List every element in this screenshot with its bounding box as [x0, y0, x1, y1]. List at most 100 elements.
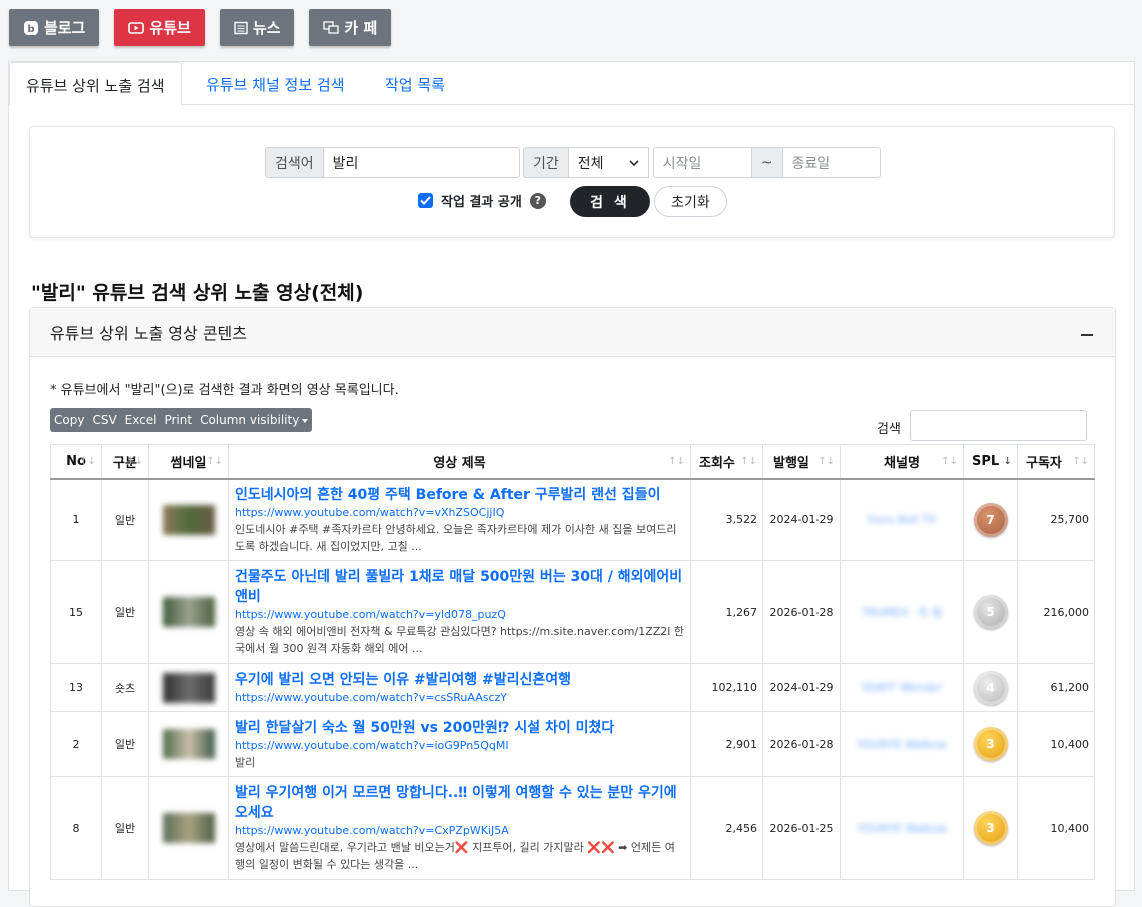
sort-icon: ↑↓ — [740, 456, 757, 467]
nav-news-label: 뉴스 — [252, 19, 281, 37]
cell-no: 8 — [50, 776, 102, 880]
col-views[interactable]: 조회수 ↑↓ — [690, 444, 763, 480]
col-thumbnail[interactable]: 썸네일 ↑↓ — [148, 444, 229, 480]
keyword-input[interactable]: 발리 — [323, 147, 520, 178]
svg-text:b: b — [27, 24, 34, 35]
channel-link[interactable]: YOUNYE Walkow — [857, 738, 947, 751]
col-title-label: 영상 제목 — [433, 455, 486, 471]
search-button[interactable]: 검 색 — [570, 186, 650, 217]
channel-link[interactable]: Guru Bali TV — [868, 513, 937, 526]
nav-youtube-label: 유튜브 — [149, 19, 191, 37]
col-type[interactable]: 구분 ↑↓ — [101, 444, 149, 480]
col-channel[interactable]: 채널명 ↑↓ — [840, 444, 964, 480]
public-checkbox[interactable] — [418, 193, 433, 208]
video-thumbnail[interactable] — [162, 672, 215, 703]
col-subscribers[interactable]: 구독자 ↑↓ — [1017, 444, 1095, 480]
export-buttons: Copy CSV Excel Print Column visibility — [50, 408, 313, 432]
sort-icon: ↑↓ — [126, 456, 143, 467]
video-url-link[interactable]: https://www.youtube.com/watch?v=ioG9Pn5Q… — [235, 738, 684, 754]
print-button[interactable]: Print — [164, 413, 192, 427]
nav-cafe-button[interactable]: 카 페 — [309, 9, 392, 46]
help-icon[interactable]: ? — [529, 192, 546, 209]
channel-link[interactable]: YOUNYE Walkow — [857, 822, 947, 835]
video-title-link[interactable]: 인도네시아의 흔한 40평 주택 Before & After 구루발리 랜선 … — [235, 485, 684, 505]
cell-title: 발리 우기여행 이거 모르면 망합니다..‼ 이렇게 여행할 수 있는 분만 우… — [228, 776, 691, 880]
video-url-link[interactable]: https://www.youtube.com/watch?v=yld078_p… — [235, 607, 684, 623]
cell-thumbnail — [148, 711, 229, 777]
video-url-link[interactable]: https://www.youtube.com/watch?v=CxPZpWKi… — [235, 823, 684, 839]
filter-label: 검색 — [877, 422, 901, 437]
csv-button[interactable]: CSV — [92, 413, 116, 427]
video-thumbnail[interactable] — [162, 729, 215, 759]
date-tilde: ~ — [751, 147, 782, 178]
video-url-link[interactable]: https://www.youtube.com/watch?v=vXhZSOCj… — [235, 505, 684, 521]
col-channel-label: 채널명 — [884, 455, 920, 471]
video-title-link[interactable]: 발리 우기여행 이거 모르면 망합니다..‼ 이렇게 여행할 수 있는 분만 우… — [235, 783, 684, 823]
video-url-link[interactable]: https://www.youtube.com/watch?v=csSRuAAs… — [235, 690, 684, 706]
video-thumbnail[interactable] — [162, 813, 215, 843]
cell-spl: 4 — [963, 663, 1018, 712]
table-row: 13 숏츠 우기에 발리 오면 안되는 이유 #발리여행 #발리신혼여행 htt… — [50, 663, 1095, 712]
col-title[interactable]: 영상 제목 ↑↓ — [228, 444, 691, 480]
cell-thumbnail — [148, 776, 229, 880]
col-thumbnail-label: 썸네일 — [170, 455, 207, 471]
excel-button[interactable]: Excel — [125, 413, 157, 427]
sort-desc-icon: ↓ — [1003, 456, 1012, 467]
tab-top-exposure-search[interactable]: 유튜브 상위 노출 검색 — [9, 62, 182, 106]
public-option: 작업 결과 공개 ? — [418, 191, 546, 210]
video-title-link[interactable]: 우기에 발리 오면 안되는 이유 #발리여행 #발리신혼여행 — [235, 670, 684, 690]
copy-button[interactable]: Copy — [54, 413, 84, 427]
tab-bar: 유튜브 상위 노출 검색 유튜브 채널 정보 검색 작업 목록 — [9, 62, 1134, 106]
video-title-link[interactable]: 건물주도 아닌데 발리 풀빌라 1채로 매달 500만원 버는 30대 / 해외… — [235, 567, 684, 607]
video-title-link[interactable]: 발리 한달살기 숙소 월 50만원 vs 200만원⁉ 시설 차이 미쳤다 — [235, 718, 684, 738]
period-value: 전체 — [577, 155, 604, 172]
spl-medal-icon: 3 — [973, 727, 1008, 761]
panel-header: 유튜브 상위 노출 영상 콘텐츠 — [30, 308, 1115, 357]
search-form: 검색어 발리 기간 전체 시작일 ~ 종료일 작업 결과 공개 ? 검 색 초기… — [29, 126, 1115, 238]
top-nav: b 블로그 유튜브 뉴스 카 페 — [9, 9, 392, 46]
cell-views: 2,456 — [690, 776, 763, 880]
end-date-input[interactable]: 종료일 — [781, 147, 881, 178]
cell-no: 15 — [50, 560, 102, 664]
nav-blog-label: 블로그 — [44, 19, 86, 37]
channel-link[interactable]: SSAFF Wonder — [862, 681, 942, 694]
tab-channel-info-search[interactable]: 유튜브 채널 정보 검색 — [190, 62, 361, 106]
cell-subscribers: 10,400 — [1017, 776, 1095, 880]
cell-no: 2 — [50, 711, 102, 777]
channel-link[interactable]: TRUMEX · 트 립 — [862, 606, 943, 619]
keyword-group: 검색어 발리 — [265, 147, 520, 178]
table-header-row: No ↑↓ 구분 ↑↓ 썸네일 ↑↓ 영상 제목 ↑↓ 조회수 ↑↓ 발행일 ↑↓ 채널명 ↑… — [50, 444, 1095, 480]
panel-title: 유튜브 상위 노출 영상 콘텐츠 — [50, 324, 247, 343]
nav-news-button[interactable]: 뉴스 — [219, 9, 295, 46]
period-label: 기간 — [523, 147, 569, 178]
news-icon — [234, 21, 248, 34]
cell-type: 일반 — [101, 560, 149, 664]
sort-icon: ↑↓ — [818, 456, 835, 467]
video-thumbnail[interactable] — [162, 504, 215, 535]
start-date-input[interactable]: 시작일 — [652, 147, 752, 178]
cell-channel: TRUMEX · 트 립 — [840, 560, 964, 664]
video-thumbnail[interactable] — [162, 597, 215, 627]
table-filter-input[interactable] — [910, 410, 1087, 441]
table-row: 15 일반 건물주도 아닌데 발리 풀빌라 1채로 매달 500만원 버는 30… — [50, 560, 1095, 664]
nav-youtube-button[interactable]: 유튜브 — [114, 9, 205, 46]
column-visibility-button[interactable]: Column visibility — [200, 413, 309, 427]
cell-subscribers: 61,200 — [1017, 663, 1095, 712]
nav-blog-button[interactable]: b 블로그 — [9, 9, 100, 46]
col-spl[interactable]: SPL ↓ — [963, 444, 1018, 480]
col-no[interactable]: No ↑↓ — [50, 444, 102, 480]
collapse-icon[interactable] — [1081, 334, 1093, 336]
cell-date: 2024-01-29 — [762, 478, 841, 561]
period-select[interactable]: 전체 — [568, 147, 649, 178]
nav-cafe-label: 카 페 — [344, 19, 378, 37]
cell-date: 2026-01-25 — [762, 776, 841, 880]
cell-views: 3,522 — [690, 478, 763, 561]
reset-button[interactable]: 초기화 — [654, 186, 727, 217]
cell-spl: 5 — [963, 560, 1018, 664]
cell-date: 2024-01-29 — [762, 663, 841, 712]
tab-job-list[interactable]: 작업 목록 — [369, 62, 461, 106]
video-description: 발리 — [235, 755, 256, 769]
col-date[interactable]: 발행일 ↑↓ — [762, 444, 841, 480]
cell-date: 2026-01-28 — [762, 560, 841, 664]
spl-medal-icon: 3 — [973, 811, 1008, 845]
